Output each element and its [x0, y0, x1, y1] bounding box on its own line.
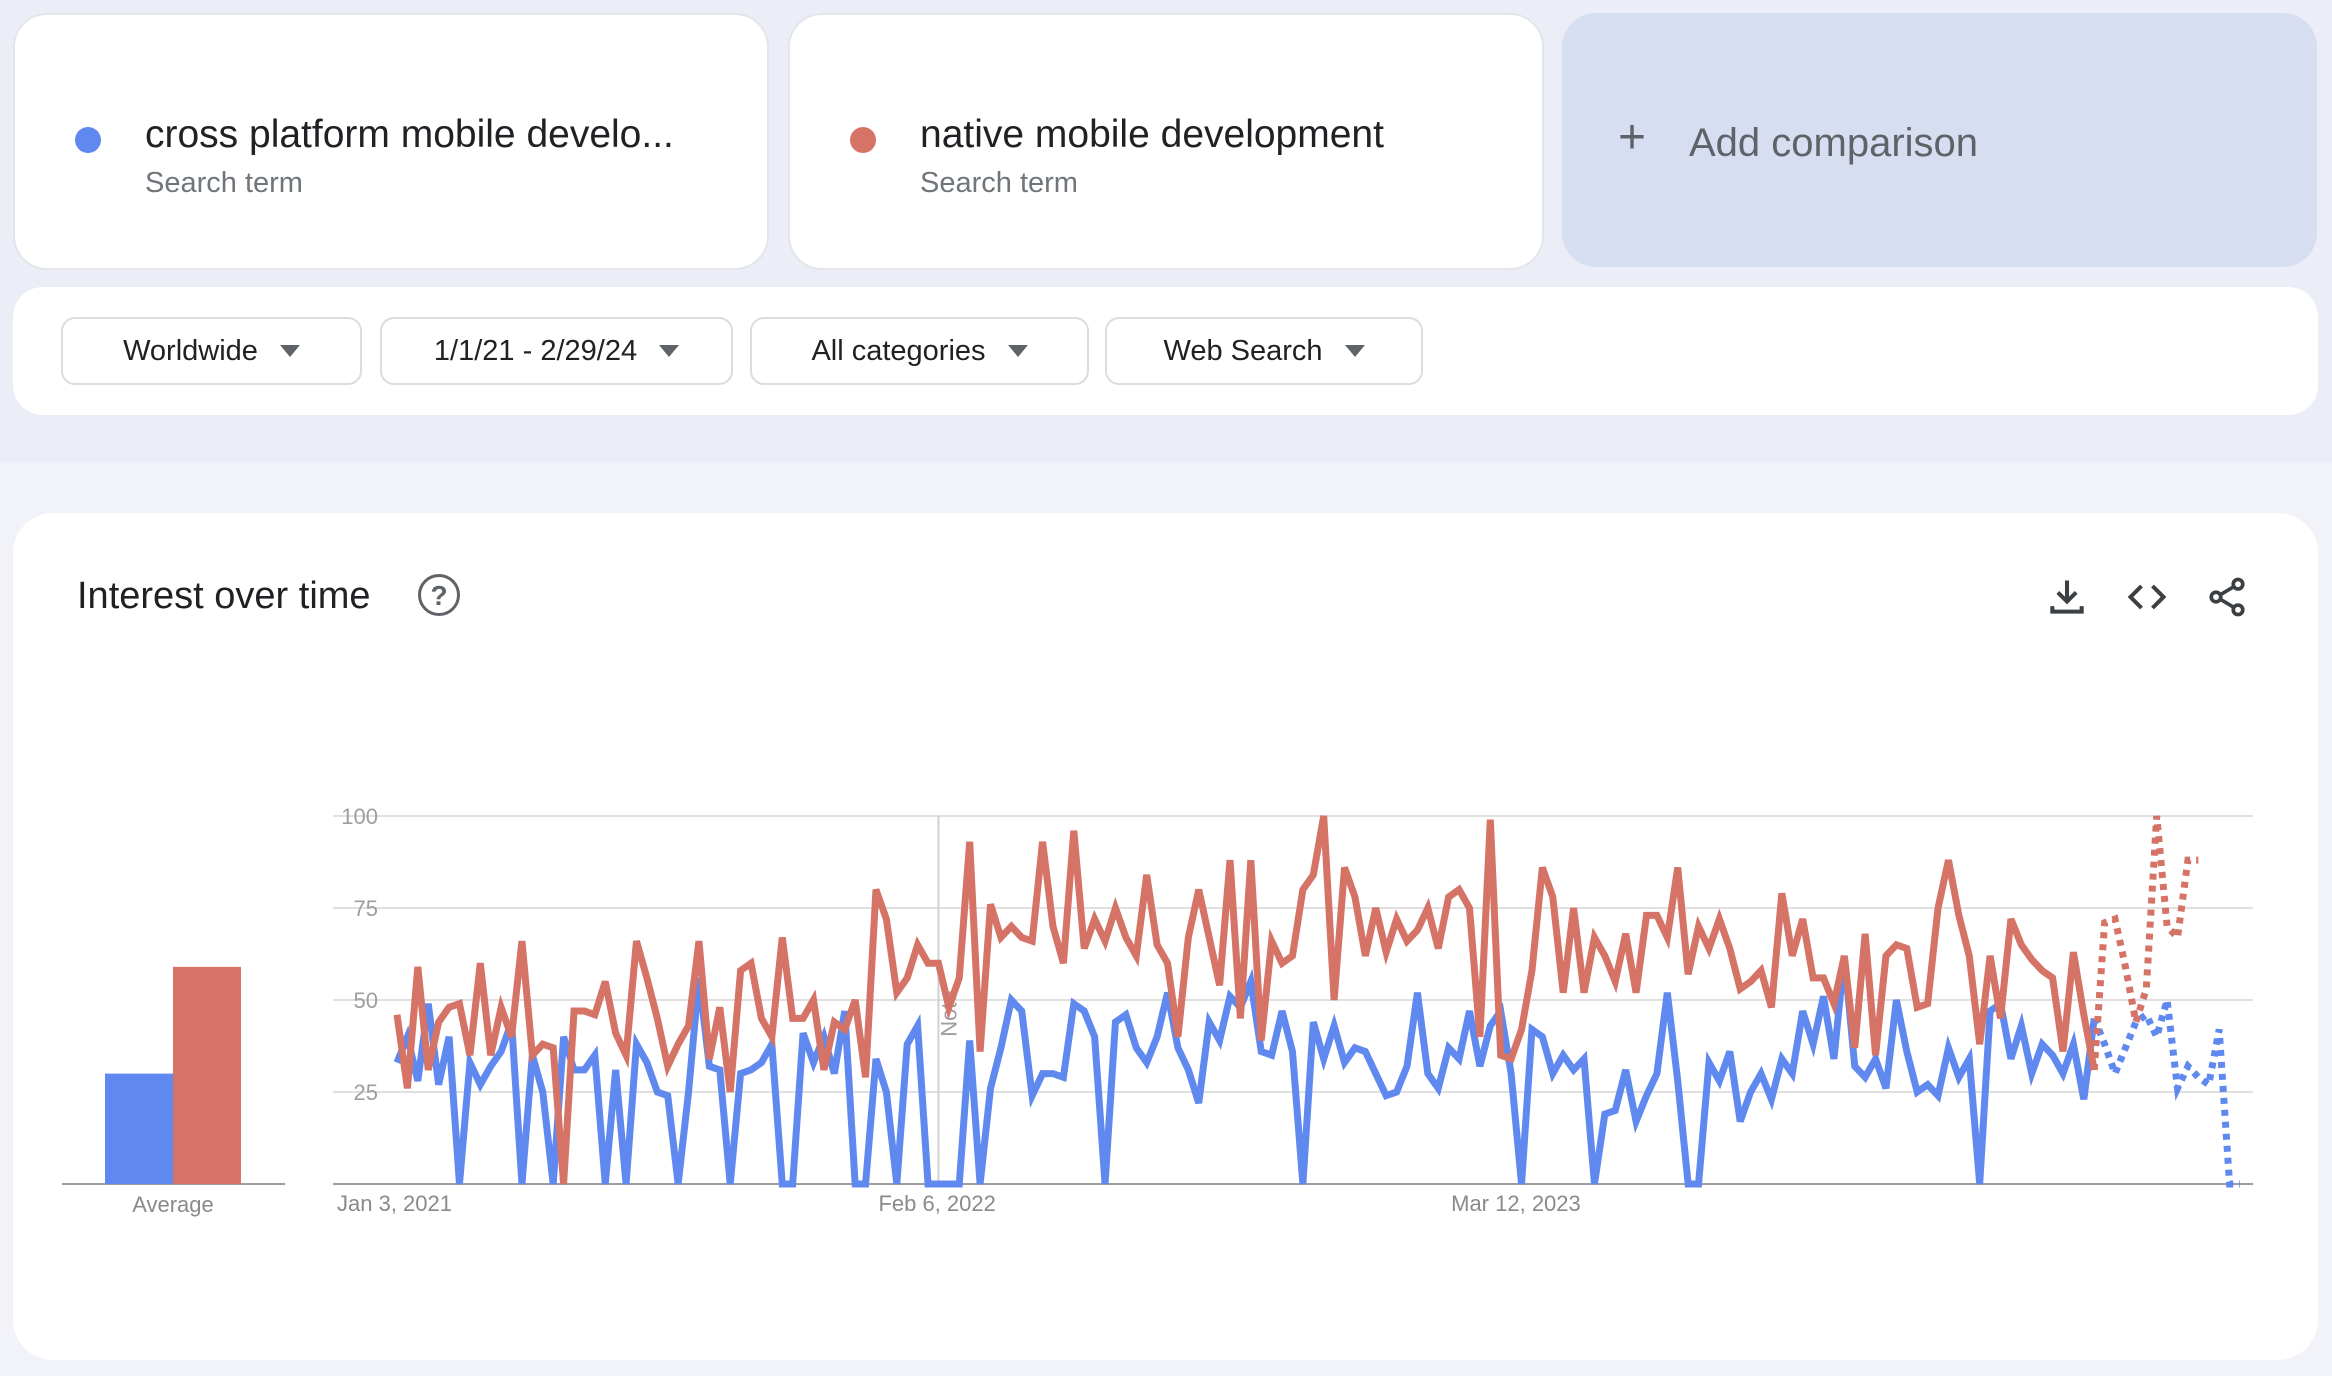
x-tick-label: Feb 6, 2022	[878, 1191, 995, 1216]
average-bar	[173, 966, 241, 1184]
y-tick-label: 50	[354, 988, 378, 1013]
y-tick-label: 25	[354, 1080, 378, 1105]
average-label: Average	[132, 1192, 214, 1217]
average-bar	[105, 1073, 173, 1184]
y-tick-label: 100	[341, 804, 378, 829]
series-line-partial	[2090, 815, 2199, 1071]
interest-chart: Average255075100NoteJan 3, 2021 Feb 6, 20…	[62, 804, 2253, 1217]
x-tick-label: Mar 12, 2023	[1451, 1191, 1581, 1216]
y-tick-label: 75	[354, 896, 378, 921]
x-tick-label: Jan 3, 2021	[337, 1191, 452, 1216]
